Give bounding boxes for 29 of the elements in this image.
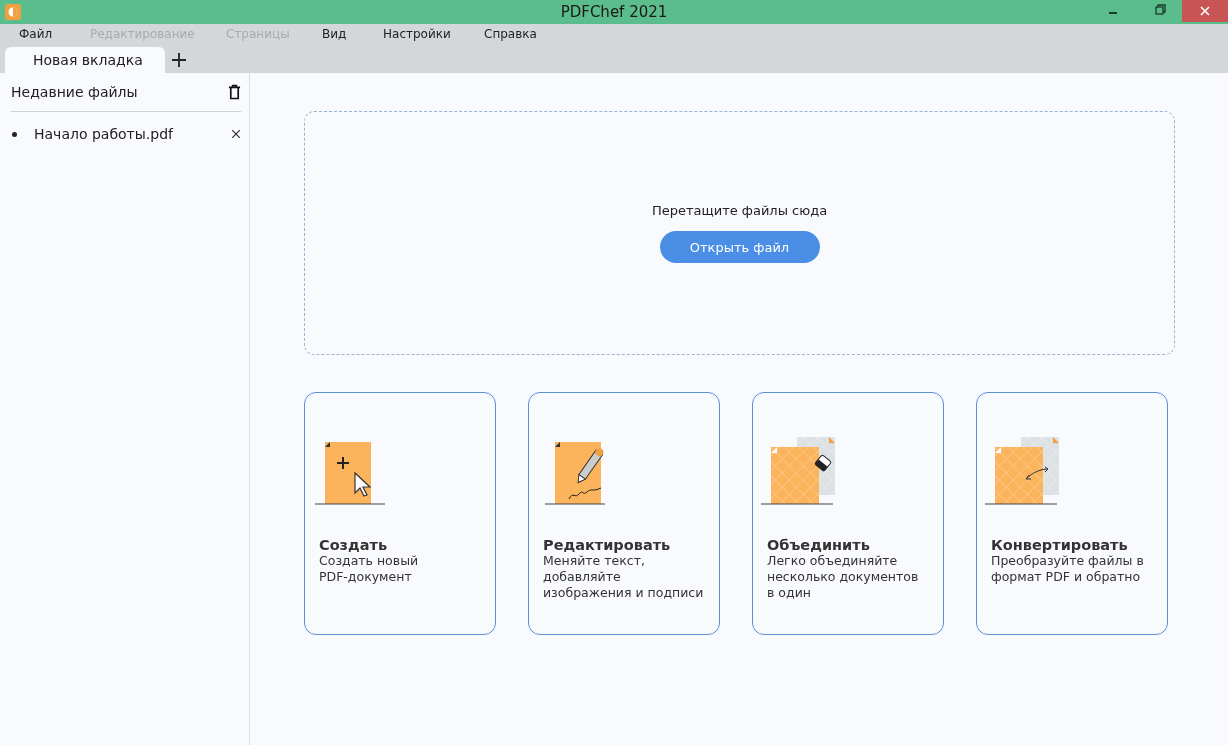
card-title: Объединить — [767, 537, 871, 553]
drop-zone[interactable]: Перетащите файлы сюда Открыть файл — [304, 111, 1175, 355]
new-tab-button[interactable] — [171, 53, 186, 67]
trash-icon[interactable] — [228, 84, 241, 100]
remove-icon[interactable] — [232, 130, 240, 138]
card-description: Создать новый PDF-документ — [319, 553, 420, 585]
card-description: Преобразуйте файлы в формат PDF и обратно — [991, 553, 1145, 585]
card-title: Создать — [319, 537, 389, 553]
app-icon — [5, 4, 21, 20]
menu-item[interactable]: Файл — [19, 27, 90, 41]
action-card[interactable]: Объединить Легко объединяйте несколько документов в один — [752, 392, 944, 635]
menu-item[interactable]: Справка — [484, 27, 537, 41]
card-title: Редактировать — [543, 537, 672, 553]
action-card[interactable]: Конвертировать Преобразуйте файлы в формат PDF и обратно — [976, 392, 1168, 635]
drop-hint: Перетащите файлы сюда — [651, 203, 828, 218]
sidebar-title: Недавние файлы — [11, 84, 138, 100]
action-card[interactable]: Создать Создать новый PDF-документ — [304, 392, 496, 635]
documents-merge-icon — [761, 437, 837, 505]
window-title: PDFChef 2021 — [560, 3, 668, 21]
menu-item[interactable]: Настройки — [383, 27, 484, 41]
documents-convert-icon — [985, 437, 1061, 505]
action-card[interactable]: Редактировать Меняйте текст, добавляйте изображения и подписи — [528, 392, 720, 635]
tab[interactable]: Новая вкладка — [5, 47, 165, 73]
card-description: Меняйте текст, добавляйте изображения и подписи — [543, 553, 705, 601]
card-description: Легко объединяйте несколько документов в один — [767, 553, 920, 601]
menu-item[interactable]: Вид — [322, 27, 383, 41]
card-title: Конвертировать — [991, 537, 1129, 553]
recent-file[interactable]: Начало работы.pdf — [34, 126, 232, 142]
bullet-icon — [12, 131, 17, 137]
